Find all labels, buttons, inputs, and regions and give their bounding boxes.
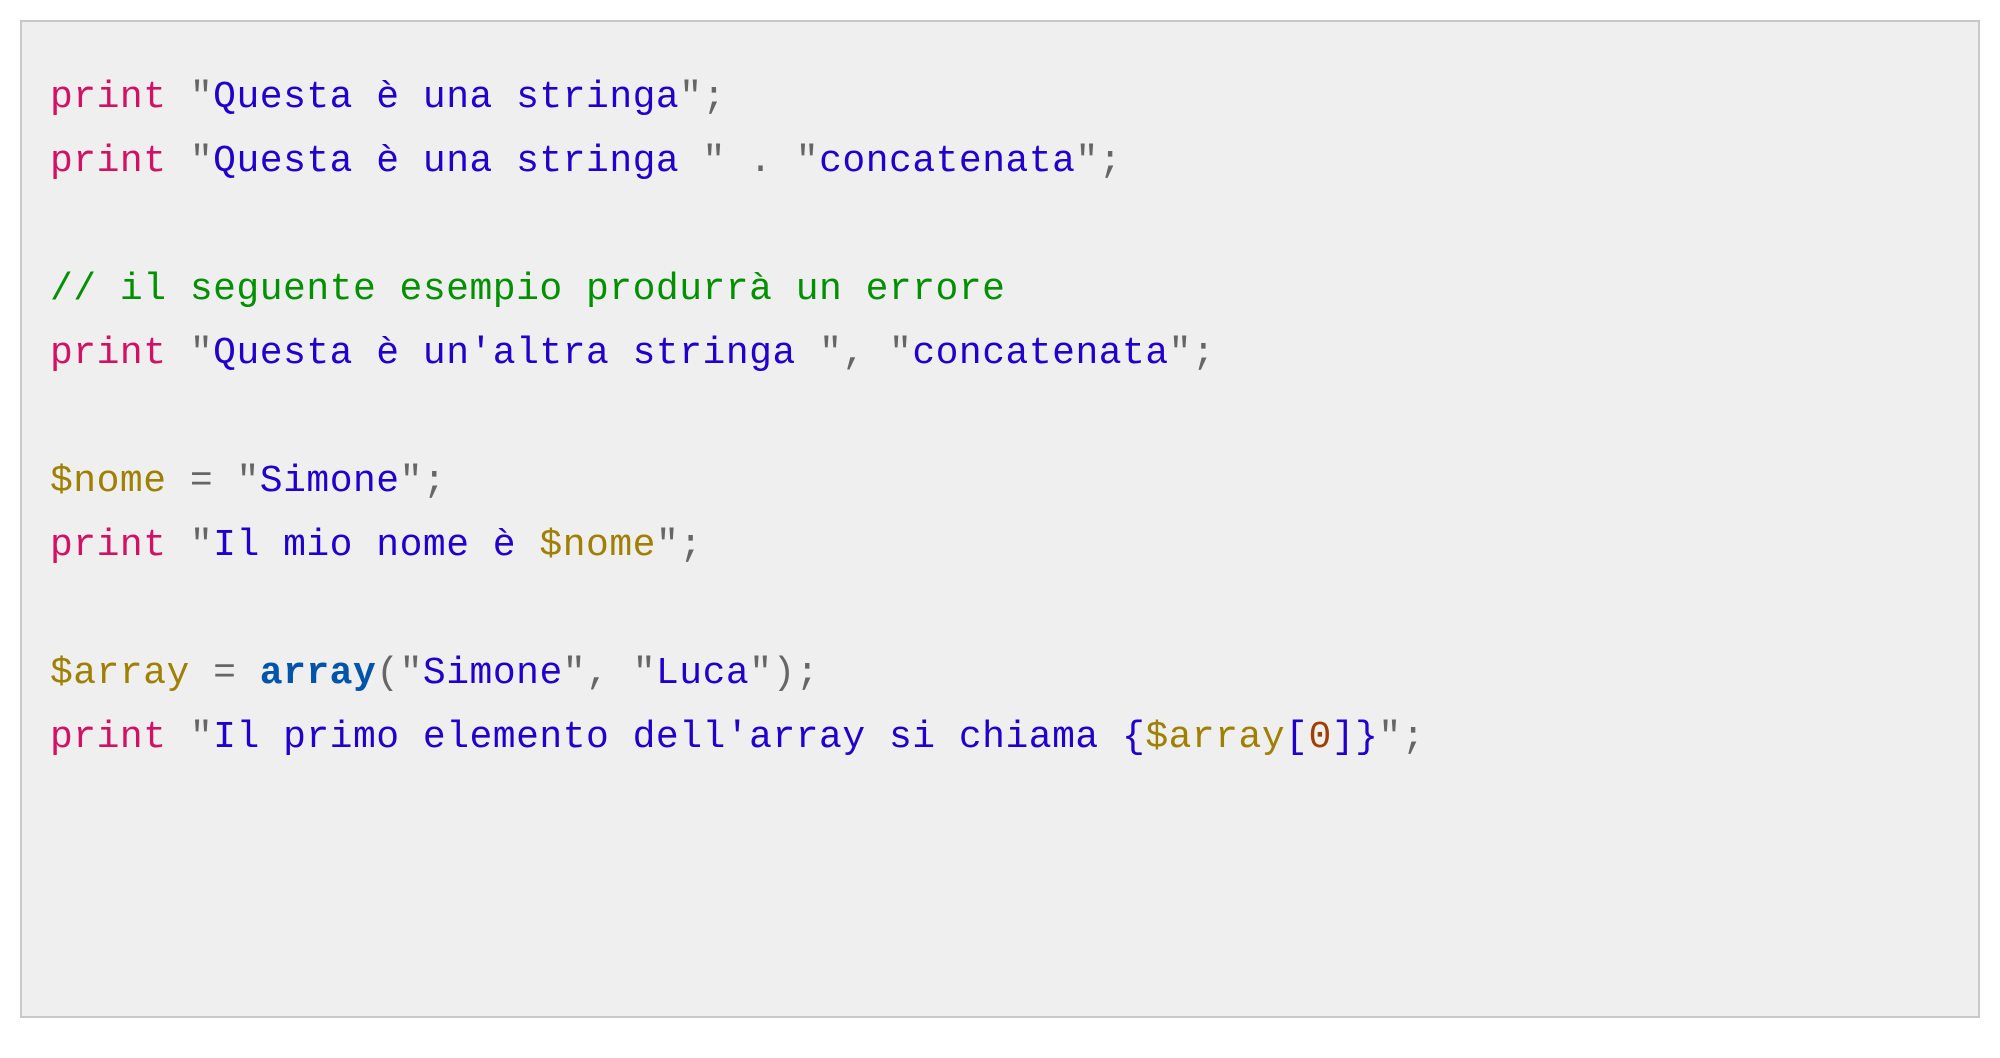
number-literal: 0 (1308, 716, 1331, 759)
brace-open: { (1122, 716, 1145, 759)
string-literal: Questa è un'altra stringa (213, 332, 819, 375)
string-literal: Simone (260, 460, 400, 503)
string-literal: Il mio nome è (213, 524, 539, 567)
variable-array: $array (1145, 716, 1285, 759)
code-line-8: print "Il primo elemento dell'array si c… (50, 716, 1425, 759)
keyword-print: print (50, 716, 167, 759)
keyword-print: print (50, 76, 167, 119)
code-line-1: print "Questa è una stringa"; (50, 76, 726, 119)
string-literal: Il primo elemento dell'array si chiama (213, 716, 1122, 759)
code-line-4: print "Questa è un'altra stringa ", "con… (50, 332, 1215, 375)
keyword-print: print (50, 524, 167, 567)
string-literal: concatenata (912, 332, 1168, 375)
code-line-3: // il seguente esempio produrrà un error… (50, 268, 1005, 311)
code-line-5: $nome = "Simone"; (50, 460, 446, 503)
keyword-print: print (50, 332, 167, 375)
code-block: print "Questa è una stringa"; print "Que… (20, 20, 1980, 1018)
string-literal: Questa è una stringa (213, 140, 702, 183)
variable-nome: $nome (539, 524, 656, 567)
string-literal: Questa è una stringa (213, 76, 679, 119)
code-content: print "Questa è una stringa"; print "Que… (50, 66, 1950, 770)
brace-close: } (1355, 716, 1378, 759)
function-array: array (260, 652, 377, 695)
keyword-print: print (50, 140, 167, 183)
comment: // il seguente esempio produrrà un error… (50, 268, 1005, 311)
code-line-6: print "Il mio nome è $nome"; (50, 524, 703, 567)
string-literal: Luca (656, 652, 749, 695)
code-line-7: $array = array("Simone", "Luca"); (50, 652, 819, 695)
bracket-close: ] (1332, 716, 1355, 759)
variable-nome: $nome (50, 460, 167, 503)
string-literal: Simone (423, 652, 563, 695)
code-line-2: print "Questa è una stringa " . "concate… (50, 140, 1122, 183)
string-literal: concatenata (819, 140, 1075, 183)
bracket-open: [ (1285, 716, 1308, 759)
variable-array: $array (50, 652, 190, 695)
